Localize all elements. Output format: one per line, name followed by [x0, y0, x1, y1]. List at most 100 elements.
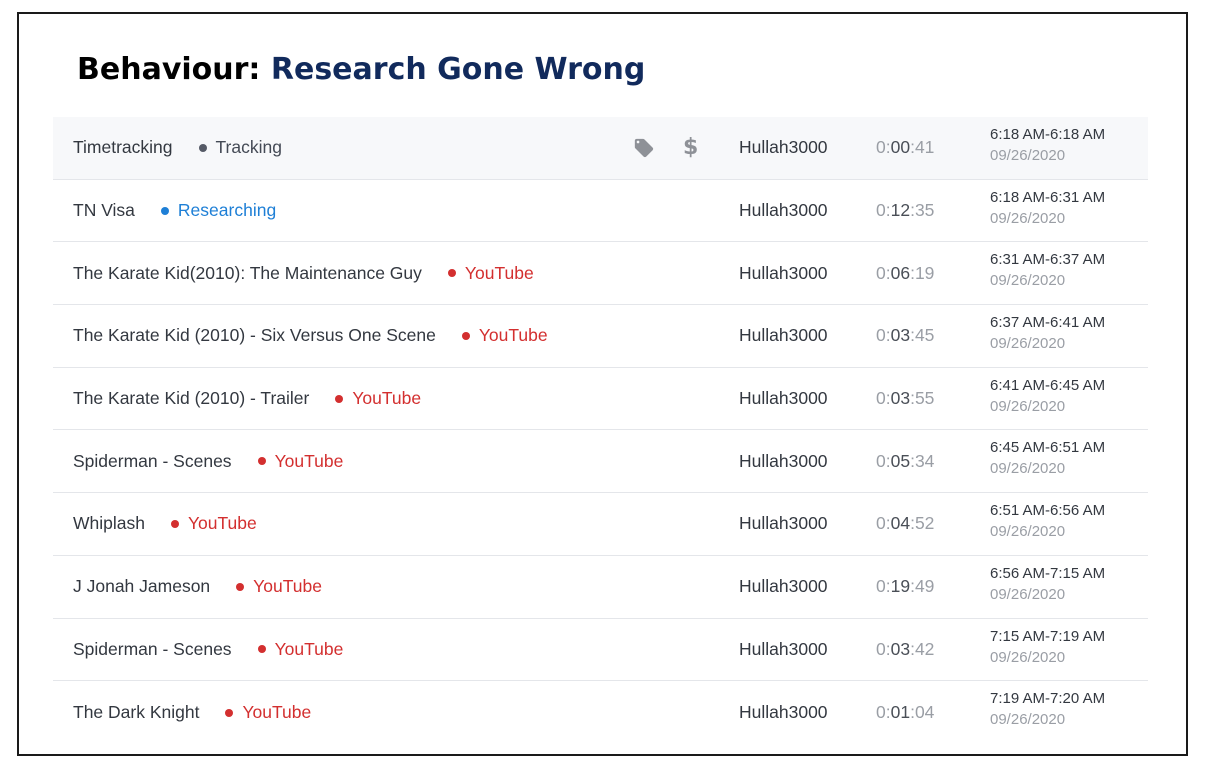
- duration-seconds: :34: [910, 450, 935, 471]
- duration-minutes: 04: [890, 513, 911, 534]
- time-range-text: 7:19 AM-7:20 AM: [990, 690, 1106, 708]
- project-tag[interactable]: YouTube: [257, 450, 344, 472]
- entry-title[interactable]: Whiplash: [73, 513, 145, 534]
- duration-hours: 0:: [876, 262, 891, 283]
- entry-actions: $: [633, 117, 698, 179]
- time-entry-row[interactable]: TN Visa Researching Hullah3000 0: 12:35 6…: [53, 180, 1148, 243]
- entry-user: Hullah3000: [739, 576, 828, 597]
- project-dot-icon: [257, 457, 266, 466]
- duration-hours: 0:: [876, 200, 891, 221]
- entry-description-cell: J Jonah Jameson YouTube: [73, 556, 322, 618]
- entry-title[interactable]: The Karate Kid (2010) - Six Versus One S…: [73, 325, 436, 346]
- entry-duration[interactable]: 0: 04:52: [876, 493, 934, 555]
- time-entry-row[interactable]: The Karate Kid (2010) - Six Versus One S…: [53, 305, 1148, 368]
- project-tag[interactable]: YouTube: [170, 513, 257, 534]
- duration-minutes: 03: [890, 325, 911, 346]
- duration-seconds: :35: [910, 200, 935, 221]
- entry-time-range[interactable]: 6:18 AM-6:31 AM 09/26/2020: [990, 188, 1105, 230]
- time-entry-row[interactable]: The Dark Knight YouTube Hullah3000 0: 01:…: [53, 681, 1148, 744]
- project-tag[interactable]: YouTube: [461, 325, 548, 346]
- entry-duration[interactable]: 0: 03:42: [876, 619, 934, 681]
- entry-description-cell: Timetracking Tracking: [73, 117, 282, 179]
- entry-title[interactable]: Timetracking: [73, 137, 173, 158]
- time-date-text: 09/26/2020: [990, 147, 1066, 164]
- entry-duration[interactable]: 0: 06:19: [876, 242, 934, 304]
- entry-title[interactable]: Spiderman - Scenes: [73, 451, 232, 472]
- entry-user: Hullah3000: [739, 262, 828, 283]
- duration-hours: 0:: [876, 450, 891, 471]
- entry-time-range[interactable]: 6:31 AM-6:37 AM 09/26/2020: [990, 250, 1105, 292]
- entry-time-range[interactable]: 6:51 AM-6:56 AM 09/26/2020: [990, 501, 1105, 543]
- entry-time-range[interactable]: 6:37 AM-6:41 AM 09/26/2020: [990, 313, 1105, 355]
- entry-duration[interactable]: 0: 12:35: [876, 180, 934, 242]
- entry-duration[interactable]: 0: 05:34: [876, 430, 934, 492]
- time-entry-row[interactable]: The Karate Kid (2010) - Trailer YouTube …: [53, 368, 1148, 431]
- entry-description-cell: Spiderman - Scenes YouTube: [73, 619, 343, 681]
- entry-duration[interactable]: 0: 01:04: [876, 681, 934, 744]
- project-dot-icon: [236, 582, 245, 591]
- entry-description-cell: The Karate Kid(2010): The Maintenance Gu…: [73, 242, 534, 304]
- duration-hours: 0:: [876, 638, 891, 659]
- duration-minutes: 03: [890, 388, 911, 409]
- project-name: YouTube: [274, 638, 344, 659]
- project-tag[interactable]: YouTube: [257, 638, 344, 660]
- entry-title[interactable]: The Karate Kid (2010) - Trailer: [73, 388, 309, 409]
- entry-title[interactable]: J Jonah Jameson: [73, 576, 210, 597]
- time-entry-row[interactable]: Timetracking Tracking $ Hullah3000 0: 00:…: [53, 117, 1148, 180]
- entry-time-range[interactable]: 6:18 AM-6:18 AM 09/26/2020: [990, 125, 1105, 167]
- entry-duration[interactable]: 0: 00:41: [876, 117, 934, 179]
- page-title: Behaviour: Research Gone Wrong: [77, 50, 645, 90]
- entry-user: Hullah3000: [739, 702, 828, 723]
- entry-duration[interactable]: 0: 03:45: [876, 305, 934, 367]
- time-entry-row[interactable]: J Jonah Jameson YouTube Hullah3000 0: 19:…: [53, 556, 1148, 619]
- time-entry-row[interactable]: Whiplash YouTube Hullah3000 0: 04:52 6:51…: [53, 493, 1148, 556]
- entry-time-range[interactable]: 6:45 AM-6:51 AM 09/26/2020: [990, 438, 1105, 480]
- entry-title[interactable]: The Dark Knight: [73, 702, 199, 723]
- duration-seconds: :04: [910, 702, 935, 723]
- project-tag[interactable]: Tracking: [198, 137, 282, 158]
- time-entry-row[interactable]: Spiderman - Scenes YouTube Hullah3000 0:…: [53, 430, 1148, 494]
- duration-seconds: :52: [910, 513, 935, 534]
- entry-title[interactable]: Spiderman - Scenes: [73, 639, 232, 660]
- project-tag[interactable]: YouTube: [447, 263, 534, 284]
- duration-minutes: 05: [890, 450, 911, 471]
- entry-time-range[interactable]: 6:56 AM-7:15 AM 09/26/2020: [990, 564, 1105, 606]
- project-name: YouTube: [274, 450, 344, 471]
- entry-duration[interactable]: 0: 03:55: [876, 368, 934, 430]
- project-dot-icon: [447, 269, 456, 278]
- duration-seconds: :49: [910, 576, 935, 597]
- project-tag[interactable]: YouTube: [335, 388, 421, 409]
- entry-title[interactable]: The Karate Kid(2010): The Maintenance Gu…: [73, 263, 422, 284]
- entry-title[interactable]: TN Visa: [73, 200, 135, 221]
- time-entries-table: Timetracking Tracking $ Hullah3000 0: 00:…: [53, 117, 1148, 744]
- entry-time-range[interactable]: 7:15 AM-7:19 AM 09/26/2020: [990, 627, 1105, 669]
- duration-hours: 0:: [876, 325, 891, 346]
- project-tag[interactable]: YouTube: [225, 702, 311, 723]
- time-entry-row[interactable]: The Karate Kid(2010): The Maintenance Gu…: [53, 242, 1148, 306]
- entry-user: Hullah3000: [739, 325, 828, 346]
- entry-description-cell: The Karate Kid (2010) - Trailer YouTube: [73, 368, 421, 430]
- entry-time-range[interactable]: 7:19 AM-7:20 AM 09/26/2020: [990, 689, 1105, 731]
- project-tag[interactable]: Researching: [160, 200, 276, 221]
- time-date-text: 09/26/2020: [990, 335, 1066, 353]
- duration-minutes: 12: [890, 200, 911, 221]
- entry-time-range[interactable]: 6:41 AM-6:45 AM 09/26/2020: [990, 376, 1105, 418]
- dollar-icon[interactable]: $: [683, 135, 698, 160]
- page-title-prefix: Behaviour:: [77, 52, 261, 87]
- project-tag[interactable]: YouTube: [236, 576, 322, 597]
- project-name: YouTube: [242, 702, 312, 723]
- entry-duration[interactable]: 0: 19:49: [876, 556, 934, 618]
- page-title-accent: Research Gone Wrong: [270, 52, 646, 87]
- duration-hours: 0:: [876, 513, 891, 534]
- duration-minutes: 00: [890, 137, 911, 158]
- project-dot-icon: [225, 708, 234, 717]
- duration-minutes: 03: [890, 638, 911, 659]
- project-name: YouTube: [187, 513, 257, 534]
- duration-seconds: :19: [910, 262, 935, 283]
- tag-icon[interactable]: [633, 137, 655, 159]
- time-range-text: 6:51 AM-6:56 AM: [990, 502, 1106, 520]
- project-dot-icon: [257, 645, 266, 654]
- project-name: Tracking: [215, 137, 282, 158]
- time-entry-row[interactable]: Spiderman - Scenes YouTube Hullah3000 0:…: [53, 619, 1148, 682]
- duration-hours: 0:: [876, 702, 891, 723]
